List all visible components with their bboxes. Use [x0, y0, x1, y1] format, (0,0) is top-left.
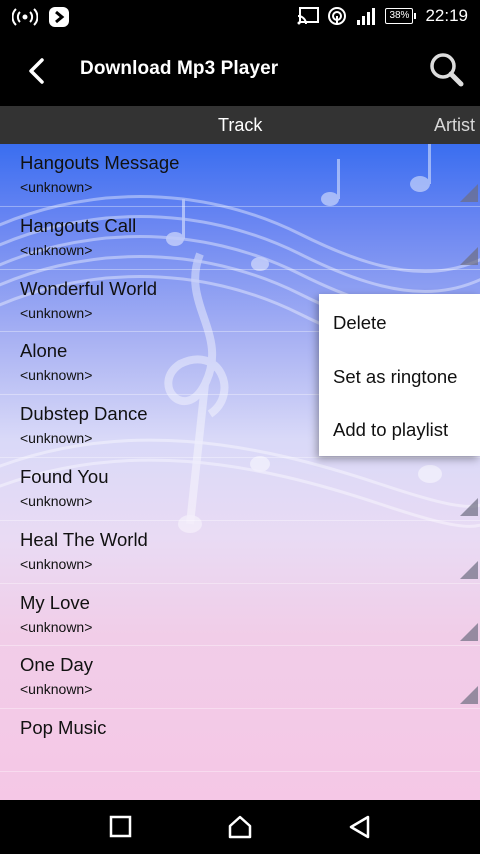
wifi-calling-icon — [327, 6, 347, 26]
track-list: Hangouts Message <unknown> Hangouts Call… — [0, 144, 480, 772]
signal-icon — [355, 7, 377, 25]
track-artist: <unknown> — [20, 367, 93, 384]
context-corner-icon[interactable] — [460, 686, 478, 705]
status-bar: 38% 22:19 — [0, 0, 480, 36]
hotspot-icon — [12, 7, 38, 27]
nav-back-button[interactable] — [347, 814, 373, 840]
context-corner-icon[interactable] — [460, 623, 478, 642]
track-list-area[interactable]: Hangouts Message <unknown> Hangouts Call… — [0, 144, 480, 800]
track-title: Wonderful World — [20, 277, 158, 299]
track-artist: <unknown> — [20, 241, 93, 258]
battery-indicator: 38% — [385, 8, 417, 24]
context-menu: Delete Set as ringtone Add to playlist — [319, 294, 480, 456]
track-title: Pop Music — [20, 717, 107, 739]
arrow-back-icon — [29, 58, 44, 84]
track-row[interactable]: Heal The World <unknown> — [0, 521, 480, 584]
context-corner-icon[interactable] — [460, 560, 478, 579]
track-artist: <unknown> — [20, 492, 93, 509]
tab-track[interactable]: Track — [218, 115, 262, 136]
status-right: 38% 22:19 — [297, 6, 468, 26]
track-artist: <unknown> — [20, 304, 93, 321]
menu-item-add-to-playlist[interactable]: Add to playlist — [333, 419, 448, 441]
track-title: Hangouts Message — [20, 152, 180, 173]
track-title: One Day — [20, 654, 94, 676]
notification-app-icon — [48, 6, 70, 28]
menu-item-set-ringtone[interactable]: Set as ringtone — [333, 366, 457, 388]
home-icon — [228, 815, 252, 839]
status-time: 22:19 — [425, 6, 468, 25]
track-title: Alone — [20, 340, 68, 362]
back-button[interactable] — [22, 54, 54, 88]
track-title: Hangouts Call — [20, 214, 137, 236]
menu-item-delete[interactable]: Delete — [333, 312, 386, 334]
track-row[interactable]: Pop Music — [0, 709, 480, 772]
track-row[interactable]: One Day <unknown> — [0, 646, 480, 710]
track-title: Heal The World — [20, 528, 148, 550]
status-left — [12, 6, 70, 28]
context-corner-icon[interactable] — [460, 497, 478, 516]
track-row[interactable]: Found You <unknown> — [0, 458, 480, 521]
navigation-bar — [0, 800, 480, 854]
track-title: My Love — [20, 591, 90, 613]
nav-back-icon — [349, 815, 370, 839]
track-title: Dubstep Dance — [20, 403, 148, 425]
tab-artist[interactable]: Artist — [434, 115, 475, 136]
home-button[interactable] — [227, 814, 253, 840]
track-title: Found You — [20, 465, 109, 487]
page-title: Download Mp3 Player — [80, 58, 279, 79]
track-artist: <unknown> — [20, 681, 93, 698]
track-row[interactable]: My Love <unknown> — [0, 584, 480, 647]
track-row[interactable]: Hangouts Message <unknown> — [0, 144, 480, 207]
recent-apps-icon — [109, 815, 132, 838]
app-bar: Download Mp3 Player — [0, 36, 480, 106]
recent-apps-button[interactable] — [108, 814, 134, 840]
context-corner-icon[interactable] — [460, 183, 478, 202]
track-artist: <unknown> — [20, 430, 93, 447]
track-artist: <unknown> — [20, 179, 93, 195]
tab-bar: Track Artist — [0, 106, 480, 144]
cast-icon — [297, 7, 320, 25]
track-artist: <unknown> — [20, 555, 93, 572]
track-artist: <unknown> — [20, 618, 93, 635]
search-icon — [430, 53, 464, 87]
search-button[interactable] — [428, 50, 466, 90]
track-row[interactable]: Hangouts Call <unknown> — [0, 207, 480, 270]
context-corner-icon[interactable] — [460, 246, 478, 265]
